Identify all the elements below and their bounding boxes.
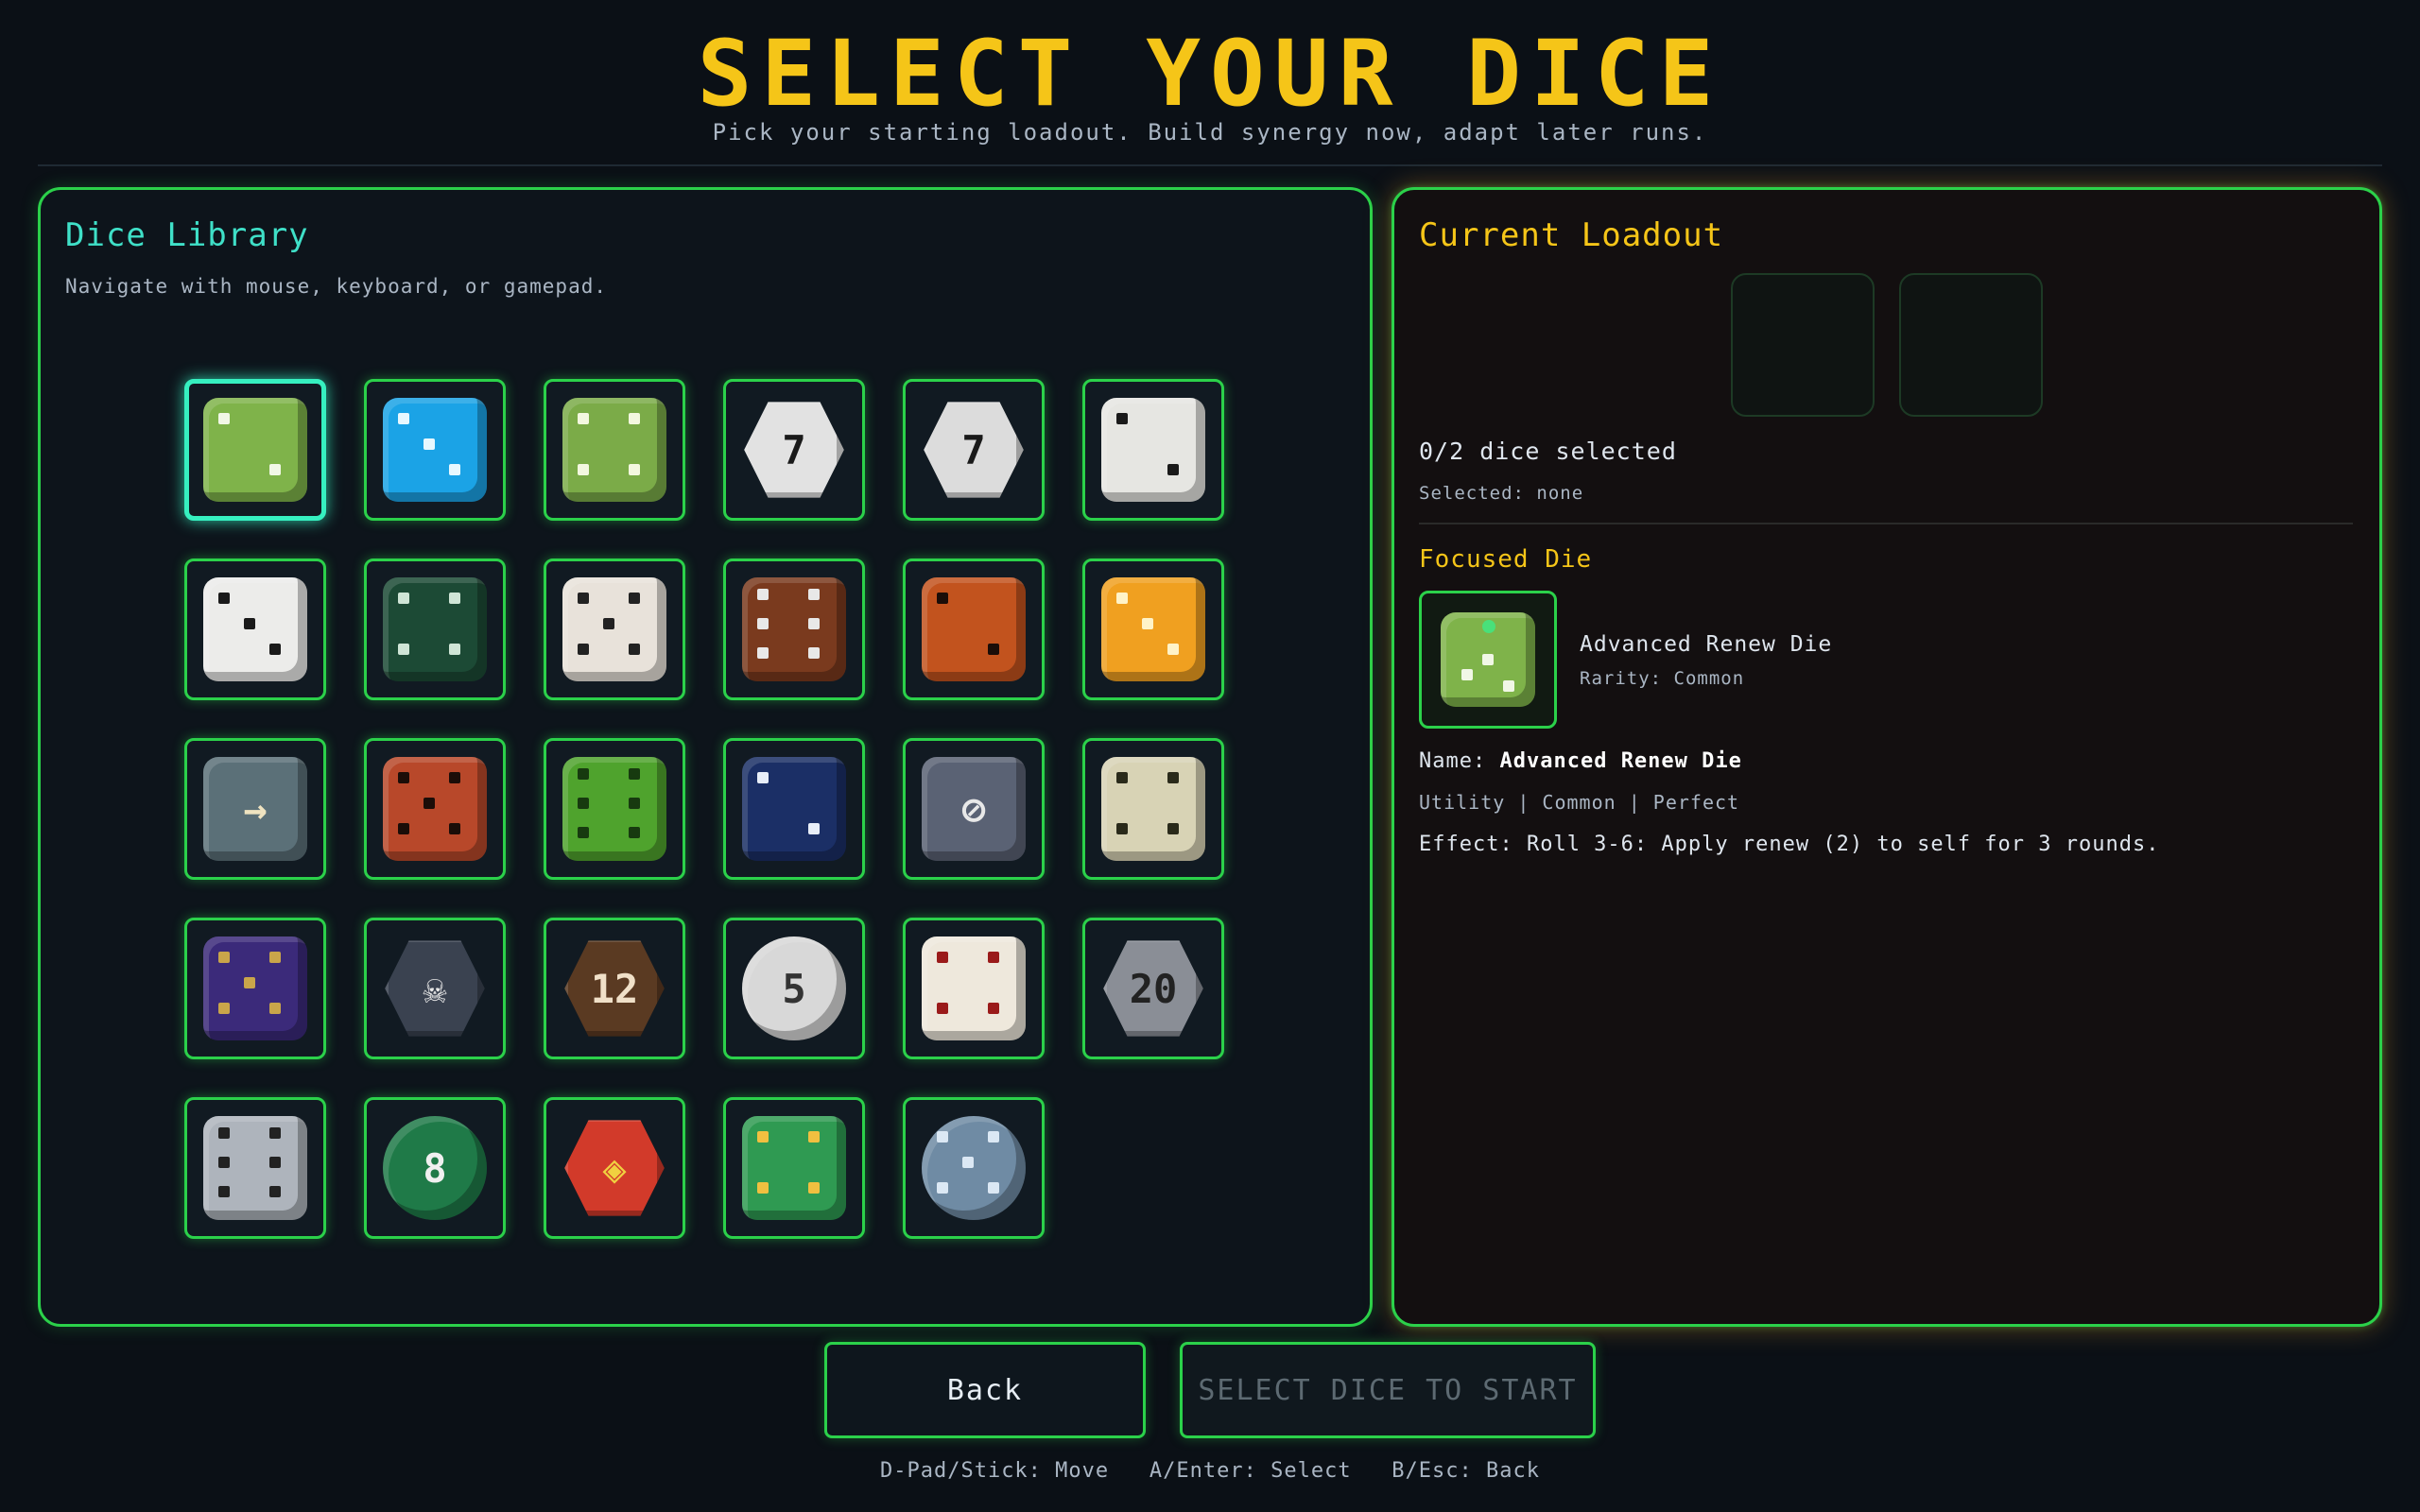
name-label: Name: <box>1419 749 1487 773</box>
white-dice-icon <box>203 577 307 681</box>
mushroom-d12-dice-icon: 12 <box>564 940 665 1037</box>
header-divider <box>38 164 2382 166</box>
dice-slot[interactable] <box>903 1097 1045 1239</box>
dice-library-hint: Navigate with mouse, keyboard, or gamepa… <box>65 275 608 298</box>
focused-die-name-line: Name: Advanced Renew Die <box>1419 749 1742 773</box>
dice-slot[interactable] <box>1082 558 1224 700</box>
moss-dice-icon <box>562 757 666 861</box>
dice-slot[interactable]: 12 <box>544 918 685 1059</box>
dice-slot[interactable]: 7 <box>903 379 1045 521</box>
fire-dice-icon <box>922 577 1026 681</box>
dice-slot[interactable] <box>723 558 865 700</box>
loadout-slot-1[interactable] <box>1731 273 1875 417</box>
dice-slot[interactable]: ⊘ <box>903 738 1045 880</box>
vine-dice-icon <box>1101 757 1205 861</box>
focused-die-effect: Effect: Roll 3-6: Apply renew (2) to sel… <box>1419 833 2160 856</box>
loadout-slot-2[interactable] <box>1899 273 2043 417</box>
plain-white-dice-icon <box>1101 398 1205 502</box>
sword-dice-icon <box>383 757 487 861</box>
page-title: SELECT YOUR DICE <box>697 21 1723 127</box>
dice-library-title: Dice Library <box>65 216 309 254</box>
winged-dice-icon: 5 <box>742 936 846 1040</box>
emerald-gold-dice-icon <box>742 1116 846 1220</box>
arrow-stone-dice-icon: → <box>203 757 307 861</box>
back-button[interactable]: Back <box>824 1342 1146 1438</box>
dice-slot[interactable] <box>184 558 326 700</box>
bloody-dice-icon <box>562 577 666 681</box>
focused-die-tags: Utility | Common | Perfect <box>1419 791 1740 814</box>
blue-flame-dice-icon <box>383 398 487 502</box>
dice-slot[interactable] <box>184 918 326 1059</box>
purple-hourglass-dice-icon <box>203 936 307 1040</box>
rainbow-d12-dice-icon: ◈ <box>564 1120 665 1216</box>
d12-green-dice-icon: 8 <box>383 1116 487 1220</box>
dice-slot[interactable] <box>544 558 685 700</box>
dice-slot[interactable]: ☠ <box>364 918 506 1059</box>
dice-slot[interactable] <box>723 738 865 880</box>
dice-slot[interactable] <box>364 738 506 880</box>
dice-slot[interactable]: 8 <box>364 1097 506 1239</box>
green-leaf-dice-icon <box>203 398 307 502</box>
current-loadout-panel: Current Loadout 0/2 dice selected Select… <box>1392 187 2382 1327</box>
dice-slot[interactable] <box>723 1097 865 1239</box>
skull-dice-icon: ☠ <box>385 940 485 1037</box>
page-subtitle: Pick your starting loadout. Build synerg… <box>712 119 1708 146</box>
focused-die-rarity: Rarity: Common <box>1580 668 1745 689</box>
dice-slot[interactable]: 7 <box>723 379 865 521</box>
golden-leaf-dice-icon <box>562 398 666 502</box>
dice-slot[interactable] <box>544 379 685 521</box>
dice-slot[interactable] <box>903 558 1045 700</box>
dice-slot[interactable]: 5 <box>723 918 865 1059</box>
dice-selected-count: 0/2 dice selected <box>1419 438 1677 465</box>
dice-slot[interactable]: 20 <box>1082 918 1224 1059</box>
dice-slot[interactable] <box>184 1097 326 1239</box>
dice-library-panel: Dice Library Navigate with mouse, keyboa… <box>38 187 1373 1327</box>
shield-dice-icon <box>742 757 846 861</box>
controls-hint: D-Pad/Stick: Move A/Enter: Select B/Esc:… <box>879 1459 1540 1483</box>
dark-green-dice-icon <box>383 577 487 681</box>
d12-white-dice-icon: 7 <box>744 402 844 498</box>
focused-die-thumbnail <box>1419 591 1557 729</box>
focused-die-name: Advanced Renew Die <box>1580 632 1833 657</box>
dice-slot[interactable]: → <box>184 738 326 880</box>
dice-slot[interactable] <box>364 558 506 700</box>
dice-slot[interactable] <box>1082 738 1224 880</box>
halo-gold-dice-icon <box>1101 577 1205 681</box>
dice-slot[interactable]: ◈ <box>544 1097 685 1239</box>
dice-slot[interactable] <box>184 379 326 521</box>
d20-grey-dice-icon: 20 <box>1103 940 1203 1037</box>
dice-slot[interactable] <box>544 738 685 880</box>
loadout-title: Current Loadout <box>1419 216 1724 254</box>
dice-slot[interactable] <box>364 379 506 521</box>
null-dice-icon: ⊘ <box>922 757 1026 861</box>
name-value: Advanced Renew Die <box>1499 749 1742 773</box>
dice-slot[interactable] <box>1082 379 1224 521</box>
rusty-dice-icon <box>742 577 846 681</box>
green-leaf-dice-icon <box>1441 612 1535 707</box>
start-button[interactable]: SELECT DICE TO START <box>1180 1342 1596 1438</box>
loadout-divider <box>1419 523 2353 524</box>
steel-dice-icon <box>203 1116 307 1220</box>
chained-dice-icon <box>922 936 1026 1040</box>
selected-dice-list: Selected: none <box>1419 483 1584 504</box>
d12-white-dice-icon-2: 7 <box>924 402 1024 498</box>
focused-die-title: Focused Die <box>1419 545 1593 574</box>
disco-ball-dice-icon <box>922 1116 1026 1220</box>
dice-slot[interactable] <box>903 918 1045 1059</box>
